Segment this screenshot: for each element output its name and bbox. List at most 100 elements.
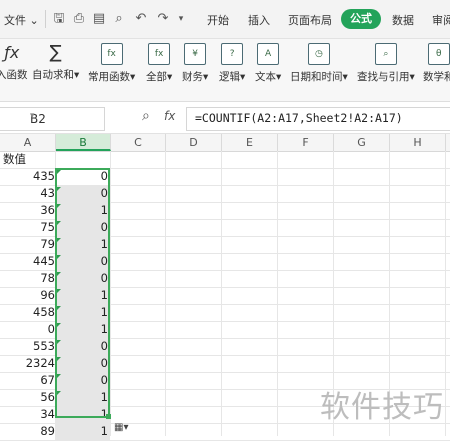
cell-b[interactable]: 1 <box>56 236 110 253</box>
cell-b[interactable]: 0 <box>56 270 110 287</box>
cell-b[interactable]: 0 <box>56 219 110 236</box>
cell-a[interactable]: 56 <box>0 389 56 406</box>
math-trig-button[interactable]: θ 数学和 <box>423 43 450 84</box>
cell-b[interactable]: 1 <box>56 406 110 423</box>
tab-data[interactable]: 数据 <box>392 12 414 28</box>
formula-indicator-icon <box>57 221 61 225</box>
column-headers: A B C D E F G H <box>0 134 450 152</box>
paste-options-icon[interactable]: ▦▾ <box>114 422 138 435</box>
cell-a[interactable]: 67 <box>0 372 56 389</box>
undo-icon[interactable]: ↶ <box>134 12 148 26</box>
lookup-reference-button[interactable]: ⌕ 查找与引用▾ <box>357 43 415 84</box>
cell-a[interactable]: 78 <box>0 270 56 287</box>
column-header-c[interactable]: C <box>111 134 166 151</box>
cell-a[interactable]: 2324 <box>0 355 56 372</box>
cell-a[interactable]: 553 <box>0 338 56 355</box>
fx-icon[interactable]: fx <box>164 109 175 123</box>
insert-function-button[interactable]: ƒx 入函数 <box>0 43 28 82</box>
column-header-b[interactable]: B <box>56 134 111 151</box>
cell-a[interactable]: 458 <box>0 304 56 321</box>
cell-a1[interactable]: 数值 <box>0 151 56 168</box>
formula-indicator-icon <box>57 374 61 378</box>
cell-b-active[interactable]: 0 <box>56 168 110 185</box>
formula-indicator-icon <box>57 391 61 395</box>
search-book-icon: ⌕ <box>374 43 397 65</box>
cell-a[interactable]: 79 <box>0 236 56 253</box>
table-row: 435 0 <box>0 168 450 186</box>
formula-indicator-icon <box>57 357 61 361</box>
cell-b[interactable]: 0 <box>56 253 110 270</box>
cell-b[interactable]: 0 <box>56 355 110 372</box>
formula-indicator-icon <box>57 340 61 344</box>
cell-b[interactable]: 1 <box>56 321 110 338</box>
table-row: 数值 <box>0 151 450 169</box>
cell-a[interactable]: 89 <box>0 423 56 440</box>
formula-indicator-icon <box>57 272 61 276</box>
a-book-icon: A <box>257 43 280 65</box>
name-box[interactable]: B2 ▾ <box>0 107 105 131</box>
column-header-h[interactable]: H <box>390 134 446 151</box>
table-row: 78 0 <box>0 270 450 288</box>
cell-b[interactable]: 0 <box>56 372 110 389</box>
table-row: 2324 0 <box>0 355 450 373</box>
cell-b[interactable]: 1 <box>56 287 110 304</box>
cell-a[interactable]: 0 <box>0 321 56 338</box>
cell-b[interactable]: 0 <box>56 338 110 355</box>
column-header-d[interactable]: D <box>166 134 222 151</box>
quick-more-icon[interactable]: ▾ <box>174 12 188 26</box>
tab-insert[interactable]: 插入 <box>248 12 270 28</box>
divider <box>45 10 46 28</box>
tab-home[interactable]: 开始 <box>207 12 229 28</box>
clock-book-icon: ◷ <box>307 43 330 65</box>
column-header-f[interactable]: F <box>278 134 334 151</box>
preview-icon[interactable]: ⌕ <box>112 12 126 26</box>
table-row: 458 1 <box>0 304 450 322</box>
cell-b[interactable]: 1 <box>56 304 110 321</box>
table-row: 445 0 <box>0 253 450 271</box>
common-functions-button[interactable]: fx 常用函数▾ <box>88 43 135 84</box>
financial-button[interactable]: ¥ 财务▾ <box>182 43 208 84</box>
formula-indicator-icon <box>57 306 61 310</box>
question-book-icon: ? <box>221 43 244 65</box>
cell-a[interactable]: 75 <box>0 219 56 236</box>
column-header-a[interactable]: A <box>0 134 56 151</box>
column-header-e[interactable]: E <box>222 134 278 151</box>
cell-b[interactable]: 1 <box>56 202 110 219</box>
yen-book-icon: ¥ <box>184 43 207 65</box>
star-fx-icon: fx <box>100 43 123 65</box>
cell-b[interactable]: 0 <box>56 185 110 202</box>
table-row: 0 1 <box>0 321 450 339</box>
date-time-button[interactable]: ◷ 日期和时间▾ <box>290 43 348 84</box>
logical-button[interactable]: ? 逻辑▾ <box>219 43 245 84</box>
zoom-search-icon[interactable]: ⌕ <box>142 108 150 124</box>
tab-review[interactable]: 审阅 <box>432 12 450 28</box>
cell-b[interactable]: 1 <box>56 423 110 440</box>
fx-icon: ƒx <box>4 43 20 62</box>
save-icon[interactable]: 🖫 <box>52 12 66 26</box>
file-menu[interactable]: 文件 ⌄ <box>4 12 39 28</box>
redo-icon[interactable]: ↷ <box>156 12 170 26</box>
autosum-button[interactable]: ∑ 自动求和▾ <box>32 43 79 82</box>
cell-a[interactable]: 36 <box>0 202 56 219</box>
fx-icon: fx <box>148 43 171 65</box>
print-icon[interactable]: ▤ <box>92 12 106 26</box>
text-button[interactable]: A 文本▾ <box>255 43 281 84</box>
fill-handle[interactable] <box>106 414 111 419</box>
cell-a[interactable]: 435 <box>0 168 56 185</box>
cell-a[interactable]: 445 <box>0 253 56 270</box>
formula-input[interactable]: =COUNTIF(A2:A17,Sheet2!A2:A17) <box>186 107 450 131</box>
table-row: 96 1 <box>0 287 450 305</box>
all-functions-button[interactable]: fx 全部▾ <box>146 43 172 84</box>
column-header-g[interactable]: G <box>334 134 390 151</box>
cell-b[interactable]: 1 <box>56 389 110 406</box>
chevron-down-icon[interactable]: ▾ <box>30 111 99 121</box>
cell-a[interactable]: 34 <box>0 406 56 423</box>
formula-indicator-icon <box>57 170 61 174</box>
print-preview-icon[interactable]: ⎙ <box>72 12 86 26</box>
cell-a[interactable]: 43 <box>0 185 56 202</box>
tab-formulas[interactable]: 公式 <box>341 9 381 29</box>
tab-page-layout[interactable]: 页面布局 <box>288 12 332 28</box>
formula-indicator-icon <box>57 204 61 208</box>
table-row: 553 0 <box>0 338 450 356</box>
cell-a[interactable]: 96 <box>0 287 56 304</box>
